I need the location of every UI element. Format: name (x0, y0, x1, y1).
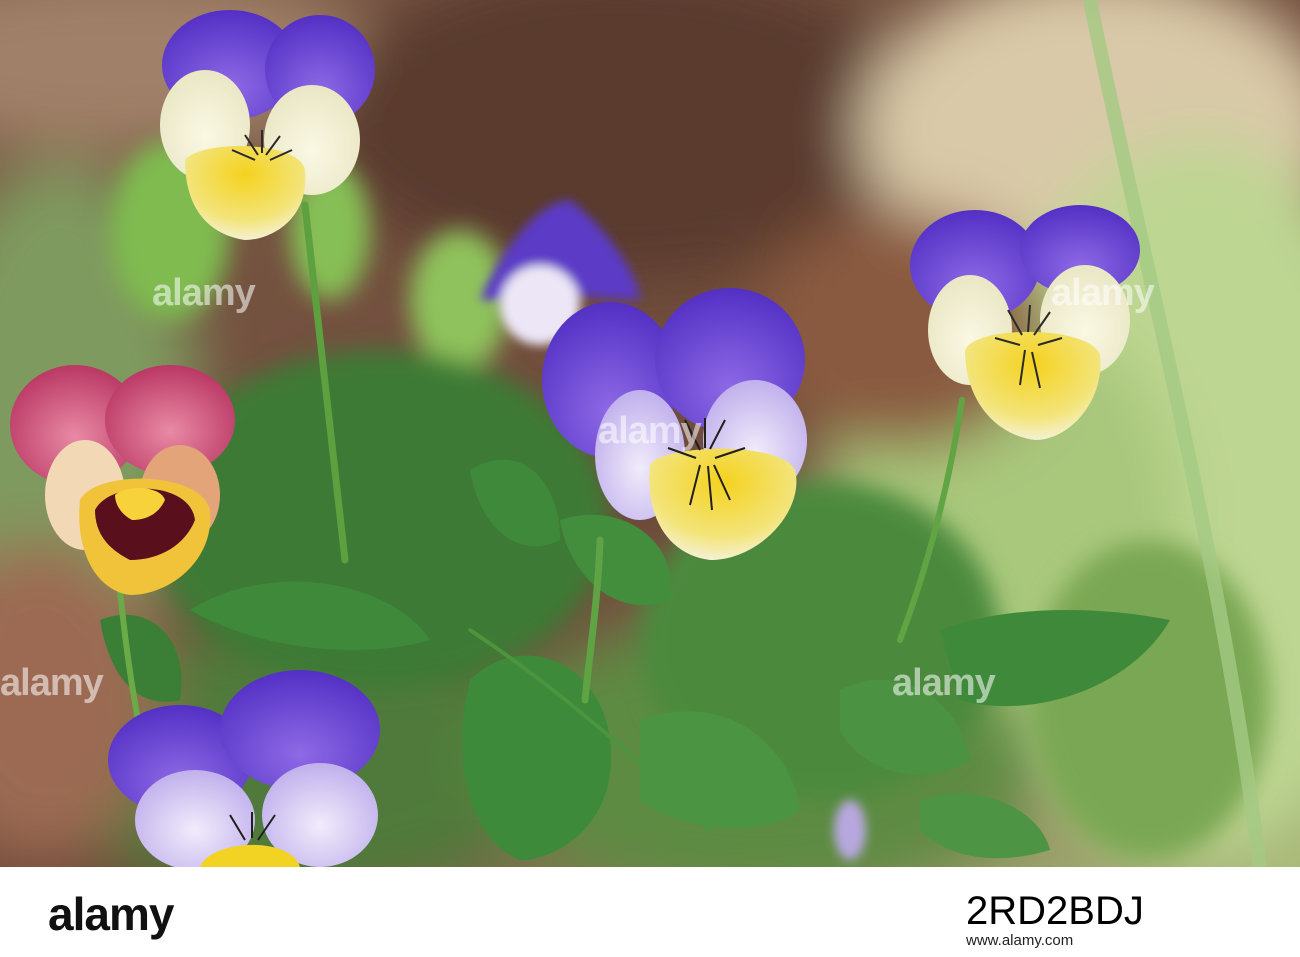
photo-stage: alamy alamy alamy alamy alamy alamy 2RD2… (0, 0, 1300, 957)
watermark-text: alamy (1051, 272, 1155, 314)
watermark-text: alamy (892, 662, 996, 704)
watermark-text: alamy (152, 272, 256, 314)
watermark-text: alamy (0, 662, 104, 704)
footer-url: www.alamy.com (966, 932, 1074, 949)
image-id: 2RD2BDJ (966, 889, 1144, 933)
flower-bud (834, 800, 866, 860)
alamy-logo: alamy (48, 888, 174, 940)
footer-bar: alamy 2RD2BDJ www.alamy.com (0, 867, 1300, 957)
watermark-text: alamy (598, 410, 702, 452)
